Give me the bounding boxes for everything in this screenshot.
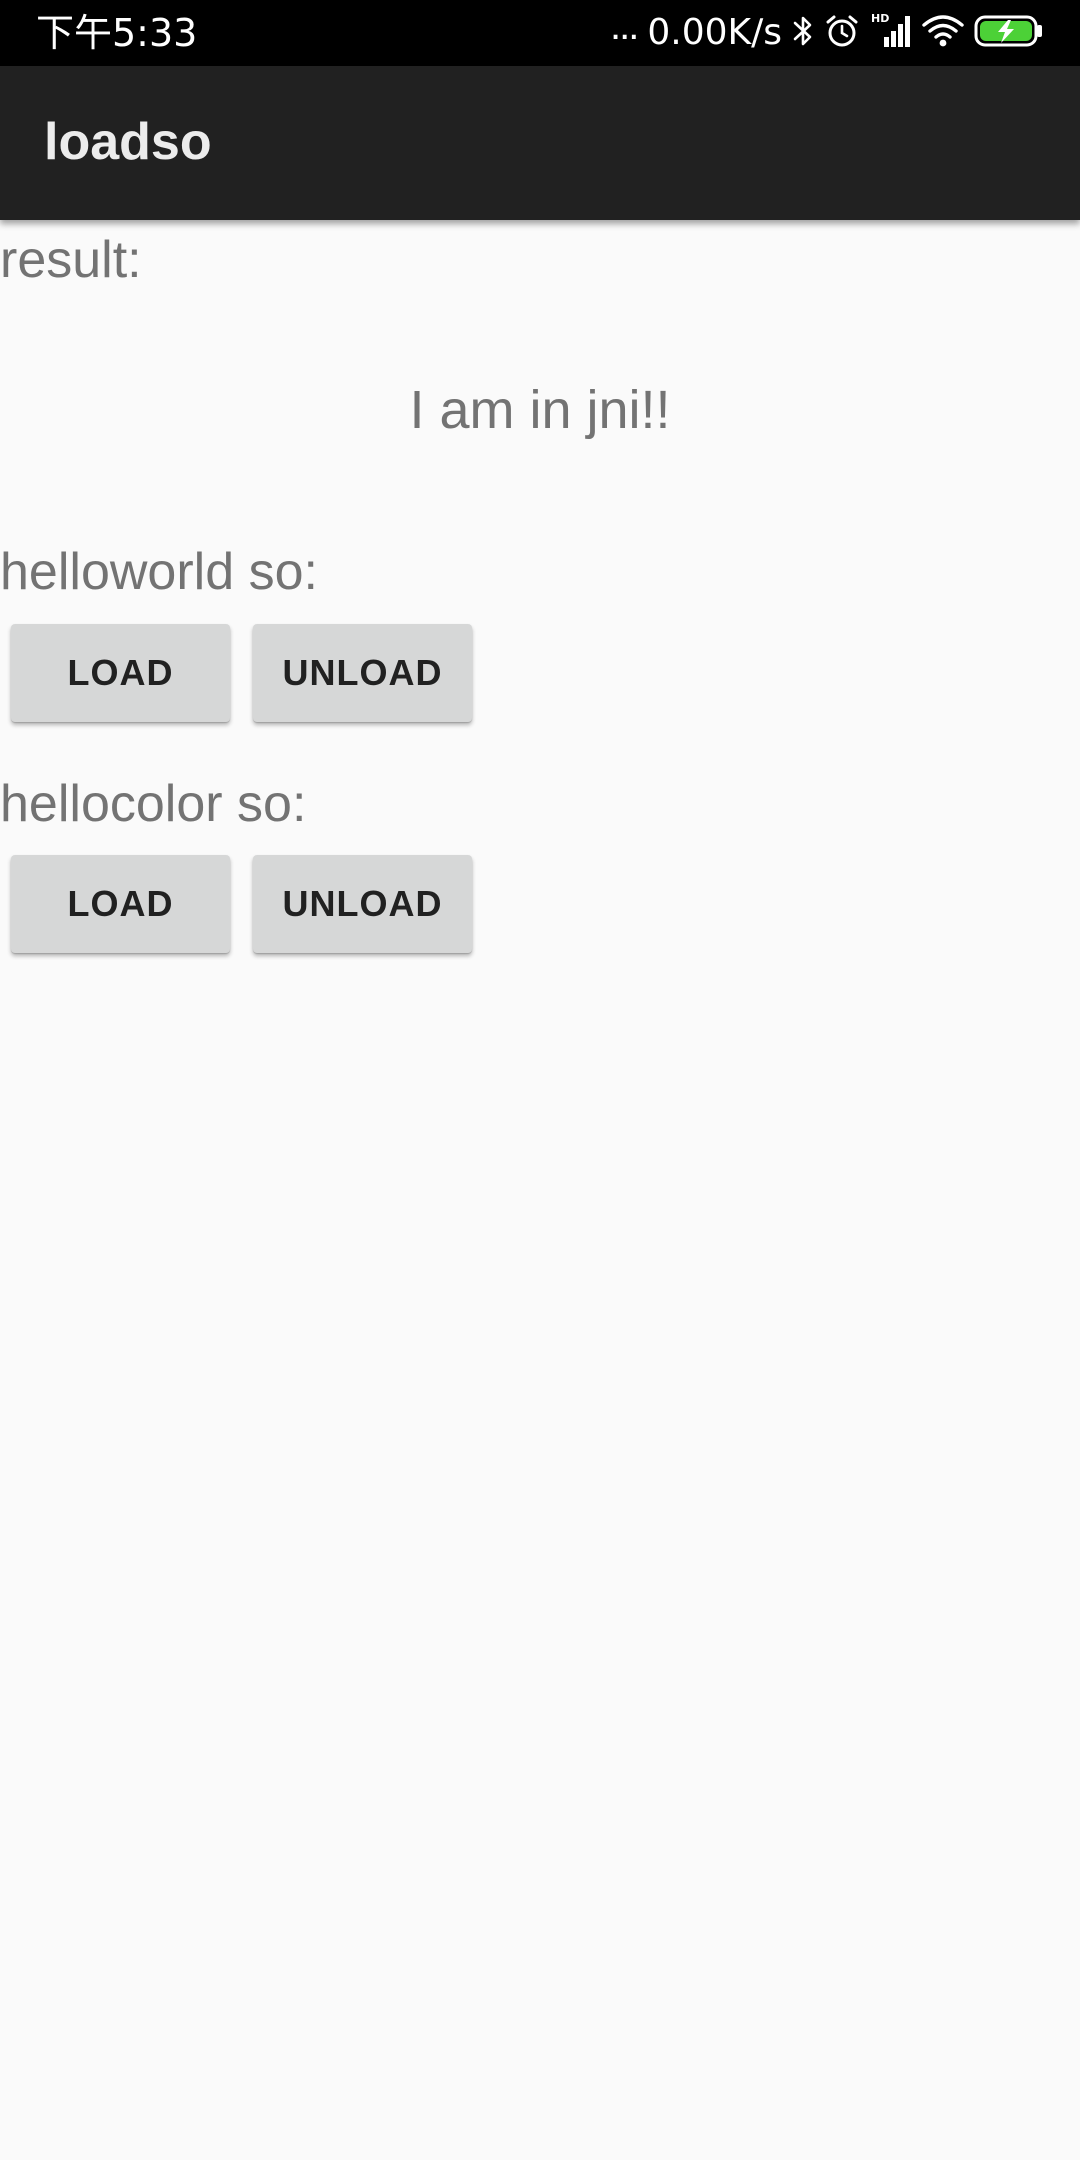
status-time: 下午5:33 bbox=[36, 11, 198, 55]
hellocolor-unload-button[interactable]: UNLOAD bbox=[253, 855, 472, 953]
result-text: I am in jni!! bbox=[409, 380, 671, 440]
helloworld-load-button[interactable]: LOAD bbox=[11, 624, 230, 722]
more-notifications-indicator: ... bbox=[610, 4, 639, 48]
hd-signal-icon: HD bbox=[870, 11, 912, 56]
app-title: loadso bbox=[44, 113, 212, 171]
status-icons: ... 0.00K/s HD bbox=[600, 6, 1044, 56]
status-bar: 下午5:33 ... 0.00K/s HD bbox=[0, 0, 1080, 66]
hellocolor-load-button[interactable]: LOAD bbox=[11, 855, 230, 953]
wifi-icon bbox=[922, 14, 964, 53]
network-speed: 0.00K/s bbox=[647, 12, 782, 53]
helloworld-so-label: helloworld so: bbox=[0, 543, 318, 601]
hellocolor-so-label: hellocolor so: bbox=[0, 775, 307, 833]
result-label: result: bbox=[0, 231, 142, 289]
alarm-icon bbox=[824, 13, 860, 54]
app-bar: loadso bbox=[0, 66, 1080, 220]
svg-text:HD: HD bbox=[871, 12, 889, 25]
bluetooth-icon bbox=[792, 14, 814, 53]
battery-charging-icon bbox=[974, 14, 1044, 53]
helloworld-unload-button[interactable]: UNLOAD bbox=[253, 624, 472, 722]
